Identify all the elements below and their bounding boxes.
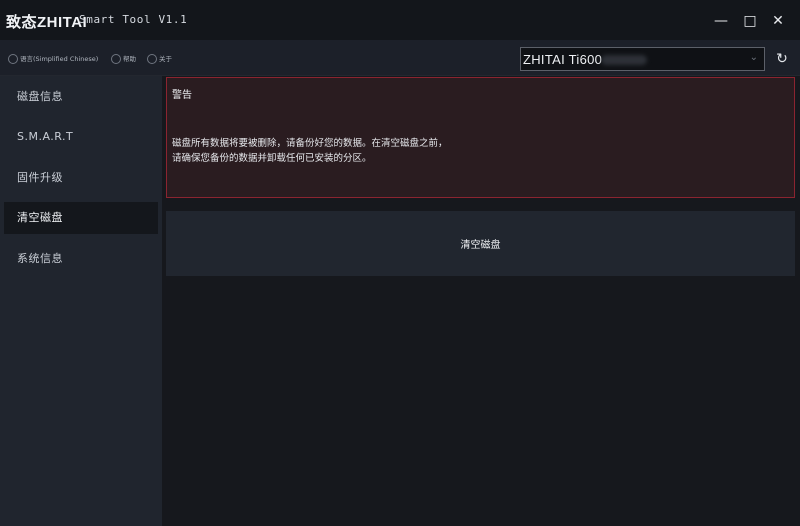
warning-text-line-1: 磁盘所有数据将要被删除，请备份好您的数据。在清空磁盘之前，: [172, 138, 448, 149]
title-bar: 致态ZHITAI Smart Tool V1.1 — □ ✕: [0, 0, 800, 40]
sidebar-item-disk-info[interactable]: 磁盘信息: [4, 81, 158, 113]
erase-disk-label: 清空磁盘: [460, 240, 501, 251]
warning-title: 警告: [172, 90, 192, 101]
close-button[interactable]: ✕: [769, 12, 787, 30]
brand-logo: 致态ZHITAI: [6, 14, 88, 31]
sidebar-item-firmware[interactable]: 固件升级: [4, 162, 158, 194]
help-menu[interactable]: 帮助: [111, 53, 136, 65]
device-name: ZHITAI Ti600: [523, 52, 603, 67]
language-label: 语言(Simplified Chinese): [20, 55, 99, 63]
help-label: 帮助: [123, 55, 136, 63]
redacted-serial: [601, 55, 647, 65]
erase-disk-button[interactable]: 清空磁盘: [166, 211, 795, 276]
about-menu[interactable]: 关于: [147, 53, 172, 65]
globe-icon: [8, 54, 18, 64]
device-select[interactable]: ZHITAI Ti600 ⌄: [520, 47, 765, 71]
app-title: Smart Tool V1.1: [79, 13, 188, 26]
about-label: 关于: [159, 55, 172, 63]
maximize-button[interactable]: □: [741, 12, 759, 30]
warning-box: 警告 磁盘所有数据将要被删除，请备份好您的数据。在清空磁盘之前， 请确保您备份的…: [166, 77, 795, 198]
sidebar-item-system-info[interactable]: 系统信息: [4, 243, 158, 275]
help-icon: [111, 54, 121, 64]
chevron-down-icon: ⌄: [749, 52, 758, 63]
sidebar: 磁盘信息 S.M.A.R.T 固件升级 清空磁盘 系统信息: [0, 76, 162, 526]
minimize-button[interactable]: —: [712, 12, 730, 30]
refresh-button[interactable]: ↻: [773, 50, 791, 68]
info-icon: [147, 54, 157, 64]
sidebar-item-erase-disk[interactable]: 清空磁盘: [4, 202, 158, 234]
language-menu[interactable]: 语言(Simplified Chinese): [8, 53, 98, 65]
warning-text-line-2: 请确保您备份的数据并卸载任何已安装的分区。: [172, 153, 372, 164]
sidebar-item-smart[interactable]: S.M.A.R.T: [4, 121, 158, 153]
